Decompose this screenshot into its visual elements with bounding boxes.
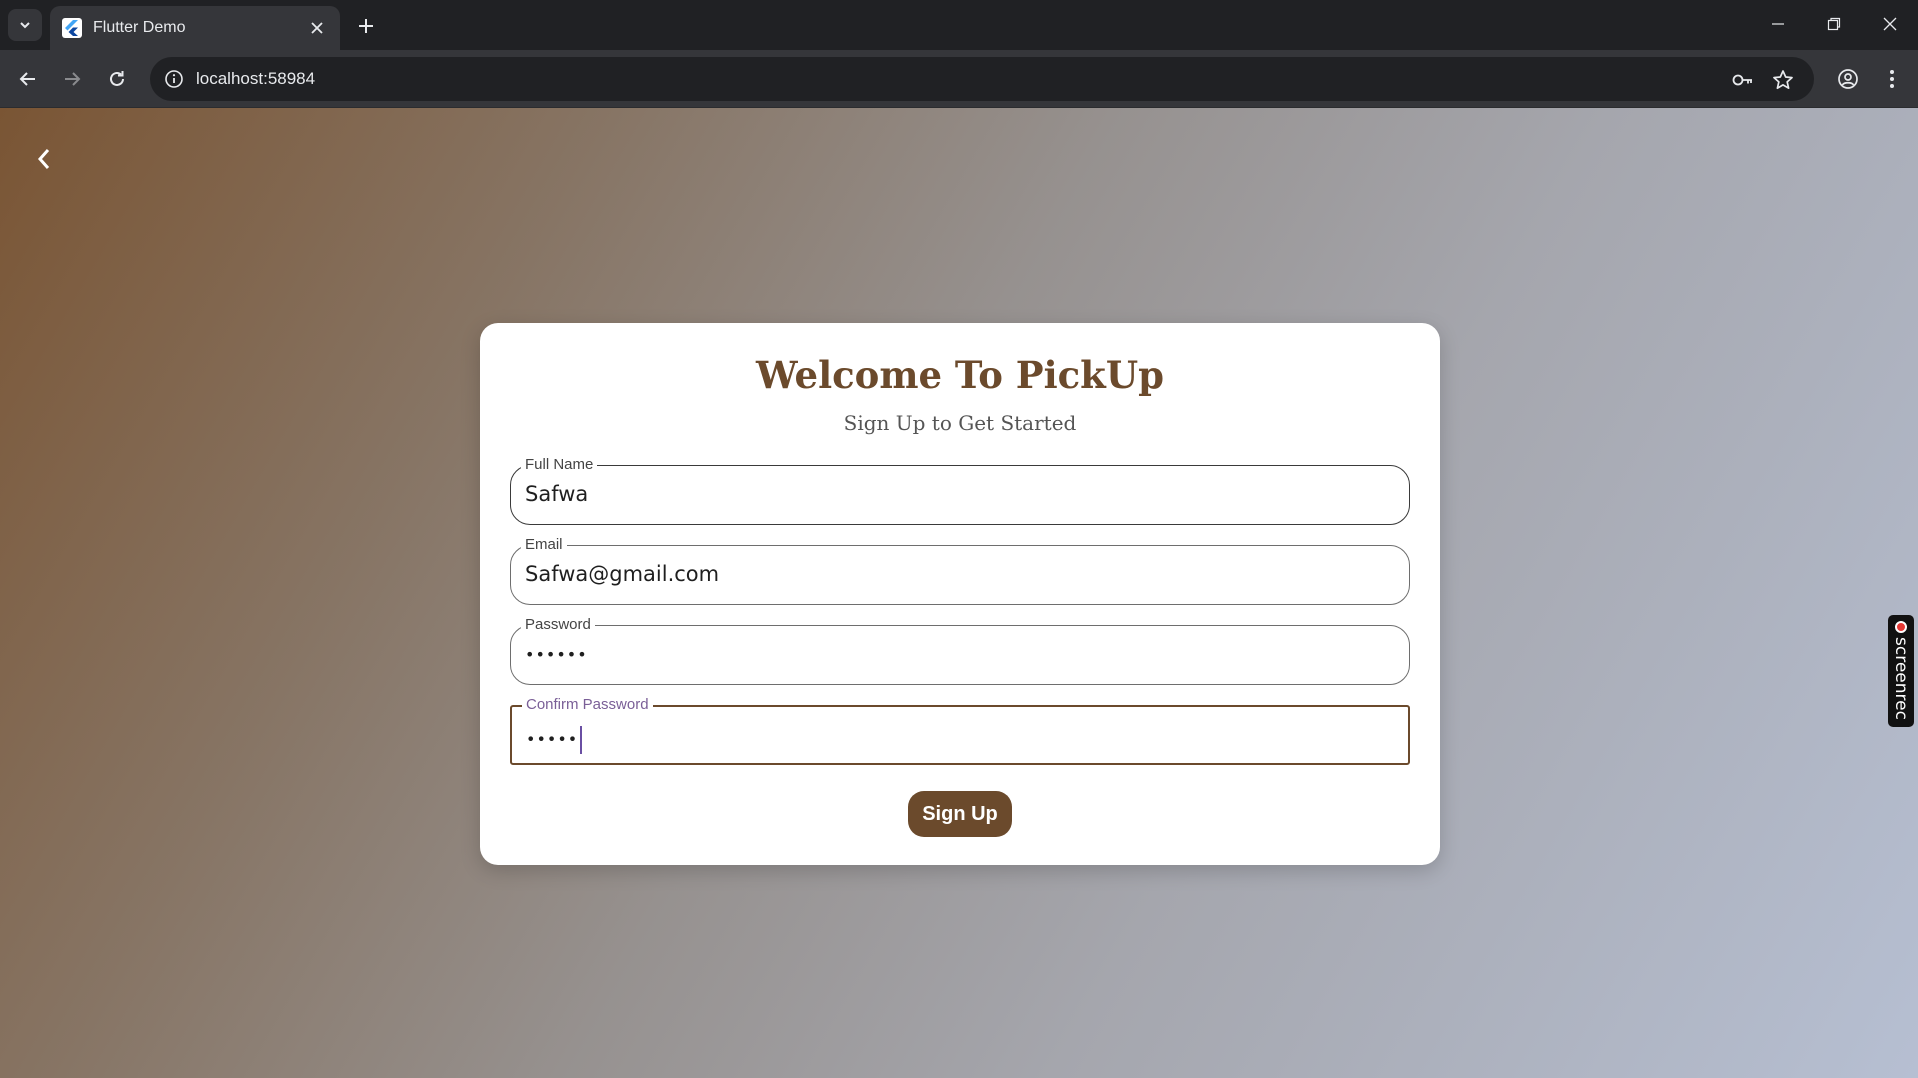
screenrec-label: screenrec <box>1891 637 1911 720</box>
signup-card: Welcome To PickUp Sign Up to Get Started… <box>480 323 1440 865</box>
browser-tabstrip: Flutter Demo <box>0 0 1918 50</box>
restore-icon <box>1827 17 1841 31</box>
email-value: Safwa@gmail.com <box>525 562 720 586</box>
reload-icon <box>110 71 124 86</box>
flutter-icon <box>62 18 82 38</box>
confirm-password-value: ••••• <box>526 729 579 749</box>
reload-button[interactable] <box>101 63 133 95</box>
tab-search-button[interactable] <box>8 9 42 41</box>
bookmark-star-icon[interactable] <box>1770 67 1796 93</box>
forward-nav-button[interactable] <box>56 63 88 95</box>
full-name-field[interactable]: Full Name Safwa <box>510 456 1410 525</box>
confirm-password-value-wrap: ••••• <box>526 726 583 754</box>
minimize-button[interactable] <box>1750 0 1806 48</box>
chevron-left-icon <box>37 149 50 169</box>
arrow-left-icon <box>19 72 35 86</box>
password-label: Password <box>521 616 595 634</box>
new-tab-button[interactable] <box>352 12 380 40</box>
restore-button[interactable] <box>1806 0 1862 48</box>
email-field[interactable]: Email Safwa@gmail.com <box>510 536 1410 605</box>
password-value: •••••• <box>525 645 588 664</box>
account-icon <box>1838 69 1858 89</box>
confirm-password-label: Confirm Password <box>522 696 653 714</box>
browser-menu-button[interactable] <box>1876 63 1908 95</box>
full-name-value: Safwa <box>525 482 589 506</box>
close-window-button[interactable] <box>1862 0 1918 48</box>
url-text: localhost:58984 <box>196 69 316 88</box>
full-name-label: Full Name <box>521 456 598 474</box>
close-icon <box>1883 17 1897 31</box>
back-nav-button[interactable] <box>12 63 44 95</box>
sign-up-button[interactable]: Sign Up <box>908 791 1012 837</box>
arrow-right-icon <box>65 72 81 86</box>
app-page: Welcome To PickUp Sign Up to Get Started… <box>0 108 1918 1078</box>
tab-title: Flutter Demo <box>93 19 186 36</box>
page-title: Welcome To PickUp <box>756 353 1164 397</box>
password-field[interactable]: Password •••••• <box>510 616 1410 685</box>
minimize-icon <box>1772 23 1784 25</box>
more-vert-icon <box>1890 70 1894 88</box>
page-subtitle: Sign Up to Get Started <box>843 411 1077 435</box>
site-info-icon[interactable] <box>162 67 186 91</box>
record-dot-icon <box>1895 621 1907 633</box>
profile-button[interactable] <box>1832 63 1864 95</box>
close-tab-icon[interactable] <box>306 17 328 39</box>
address-bar[interactable]: localhost:58984 <box>150 57 1814 101</box>
text-caret <box>580 726 583 754</box>
back-button[interactable] <box>28 143 60 175</box>
browser-tab[interactable]: Flutter Demo <box>50 6 340 50</box>
chevron-down-icon <box>20 22 30 29</box>
email-label: Email <box>521 536 567 554</box>
screenrec-badge[interactable]: screenrec <box>1888 615 1914 727</box>
password-key-icon[interactable] <box>1730 67 1756 93</box>
plus-icon <box>359 19 373 33</box>
browser-toolbar: localhost:58984 <box>0 50 1918 108</box>
confirm-password-field[interactable]: Confirm Password ••••• <box>510 696 1410 765</box>
